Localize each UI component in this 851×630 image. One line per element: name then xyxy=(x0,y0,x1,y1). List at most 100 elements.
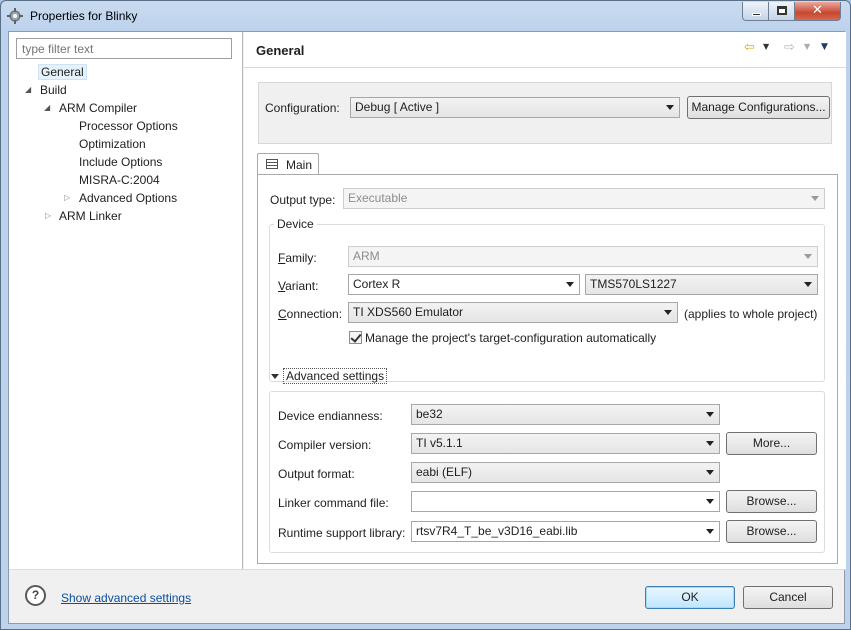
output-format-value: eabi (ELF) xyxy=(416,465,473,479)
collapsed-arrow-icon[interactable]: ▷ xyxy=(64,189,70,207)
connection-label: Connection: xyxy=(278,307,343,321)
chevron-down-icon xyxy=(666,105,674,110)
variant-part-select[interactable]: TMS570LS1227 xyxy=(585,274,818,295)
view-menu-icon[interactable]: ▼ xyxy=(821,42,828,52)
header-divider xyxy=(244,67,846,68)
linker-command-file-label: Linker command file: xyxy=(278,496,389,510)
window-title: Properties for Blinky xyxy=(30,9,138,23)
close-icon: ✕ xyxy=(812,3,823,18)
family-value: ARM xyxy=(353,249,380,263)
chevron-down-icon xyxy=(811,196,819,201)
tree-item-label: MISRA-C:2004 xyxy=(79,173,160,187)
footer-divider xyxy=(9,569,846,570)
endianness-value: be32 xyxy=(416,407,443,421)
tree-item-general[interactable]: General xyxy=(38,63,87,81)
chevron-down-icon xyxy=(664,310,672,315)
main-tab-body: Output type: Executable Device Family: A… xyxy=(257,174,838,564)
forward-arrow-icon[interactable]: ⇨ xyxy=(784,40,795,55)
connection-value: TI XDS560 Emulator xyxy=(353,305,464,319)
variant-part-value: TMS570LS1227 xyxy=(590,277,677,291)
minimize-icon xyxy=(752,13,761,16)
browse-runtime-button[interactable]: Browse... xyxy=(726,520,817,543)
tree-item-misra[interactable]: MISRA-C:2004 xyxy=(79,171,160,189)
back-arrow-icon[interactable]: ⇦ xyxy=(744,40,755,55)
chevron-down-icon xyxy=(804,282,812,287)
collapsed-arrow-icon[interactable]: ▷ xyxy=(45,207,51,225)
maximize-icon xyxy=(777,6,787,15)
variant-family-select[interactable]: Cortex R xyxy=(348,274,580,295)
connection-note: (applies to whole project) xyxy=(684,307,818,321)
advanced-settings-toggle[interactable]: Advanced settings xyxy=(283,368,388,384)
minimize-button[interactable] xyxy=(742,2,769,21)
cancel-button[interactable]: Cancel xyxy=(743,586,833,609)
manage-target-config-label: Manage the project's target-configuratio… xyxy=(365,331,657,345)
output-type-select: Executable xyxy=(343,188,825,209)
chevron-down-icon xyxy=(706,529,714,534)
form-icon xyxy=(266,159,278,169)
endianness-select[interactable]: be32 xyxy=(411,404,720,425)
chevron-down-icon[interactable] xyxy=(271,374,279,379)
compiler-version-label: Compiler version: xyxy=(278,438,372,452)
more-button[interactable]: More... xyxy=(726,432,817,455)
forward-menu-chevron-icon[interactable]: ▼ xyxy=(804,42,810,51)
output-type-value: Executable xyxy=(348,191,408,205)
expanded-arrow-icon[interactable]: ◢ xyxy=(25,81,31,99)
show-advanced-settings-link[interactable]: Show advanced settings xyxy=(61,591,191,605)
linker-command-file-select[interactable] xyxy=(411,491,720,512)
configuration-select[interactable]: Debug [ Active ] xyxy=(350,97,680,118)
runtime-library-select[interactable]: rtsv7R4_T_be_v3D16_eabi.lib xyxy=(411,521,720,542)
back-menu-chevron-icon[interactable]: ▼ xyxy=(763,42,769,51)
tab-label: Main xyxy=(286,158,313,172)
close-button[interactable]: ✕ xyxy=(795,2,841,21)
configuration-panel: Configuration: Debug [ Active ] Manage C… xyxy=(258,82,832,144)
properties-window: Properties for Blinky ✕ General ◢ Build … xyxy=(0,0,851,630)
title-bar[interactable]: Properties for Blinky ✕ xyxy=(1,1,850,31)
tree-item-optimization[interactable]: Optimization xyxy=(79,135,146,153)
compiler-version-value: TI v5.1.1 xyxy=(416,436,463,450)
chevron-down-icon xyxy=(706,499,714,504)
page-title: General xyxy=(256,43,305,58)
tree-item-include-options[interactable]: Include Options xyxy=(79,153,162,171)
endianness-label: Device endianness: xyxy=(278,409,383,423)
filter-input[interactable] xyxy=(16,38,232,59)
tree-item-label: Advanced Options xyxy=(79,191,178,205)
chevron-down-icon xyxy=(804,254,812,259)
ok-button[interactable]: OK xyxy=(645,586,735,609)
manage-target-config-checkbox[interactable] xyxy=(349,331,362,344)
compiler-version-select[interactable]: TI v5.1.1 xyxy=(411,433,720,454)
expanded-arrow-icon[interactable]: ◢ xyxy=(44,99,50,117)
configuration-value: Debug [ Active ] xyxy=(355,100,440,114)
variant-value: Cortex R xyxy=(353,277,401,291)
tree-item-label: Processor Options xyxy=(79,119,178,133)
maximize-button[interactable] xyxy=(769,2,795,21)
properties-content: General ⇦ ▼ ⇨ ▼ ▼ Configuration: Debug [… xyxy=(244,32,846,569)
configuration-label: Configuration: xyxy=(265,101,340,115)
runtime-library-value: rtsv7R4_T_be_v3D16_eabi.lib xyxy=(416,524,578,538)
tab-main[interactable]: Main xyxy=(257,153,319,175)
tree-item-label: Build xyxy=(40,83,67,97)
chevron-down-icon xyxy=(706,470,714,475)
device-group-title: Device xyxy=(274,217,317,231)
tree-item-label: Optimization xyxy=(79,137,146,151)
advanced-settings-label: Advanced settings xyxy=(286,369,385,383)
connection-select[interactable]: TI XDS560 Emulator xyxy=(348,302,678,323)
tree-item-label: ARM Linker xyxy=(59,209,122,223)
variant-label: Variant: xyxy=(278,279,319,293)
family-label: Family: xyxy=(278,251,317,265)
browse-linker-button[interactable]: Browse... xyxy=(726,490,817,513)
tree-item-label: Include Options xyxy=(79,155,163,169)
output-format-select[interactable]: eabi (ELF) xyxy=(411,462,720,483)
gear-icon xyxy=(7,8,23,24)
chevron-down-icon xyxy=(706,412,714,417)
tree-item-processor-options[interactable]: Processor Options xyxy=(79,117,178,135)
navigation-panel: General ◢ Build ◢ ARM Compiler Processor… xyxy=(9,32,243,569)
chevron-down-icon xyxy=(706,441,714,446)
manage-configurations-button[interactable]: Manage Configurations... xyxy=(687,96,830,119)
output-type-label: Output type: xyxy=(270,193,336,207)
help-icon[interactable]: ? xyxy=(25,585,46,606)
family-select: ARM xyxy=(348,246,818,267)
chevron-down-icon xyxy=(566,282,574,287)
output-format-label: Output format: xyxy=(278,467,355,481)
tree-item-label: General xyxy=(38,64,87,80)
runtime-library-label: Runtime support library: xyxy=(278,526,406,540)
